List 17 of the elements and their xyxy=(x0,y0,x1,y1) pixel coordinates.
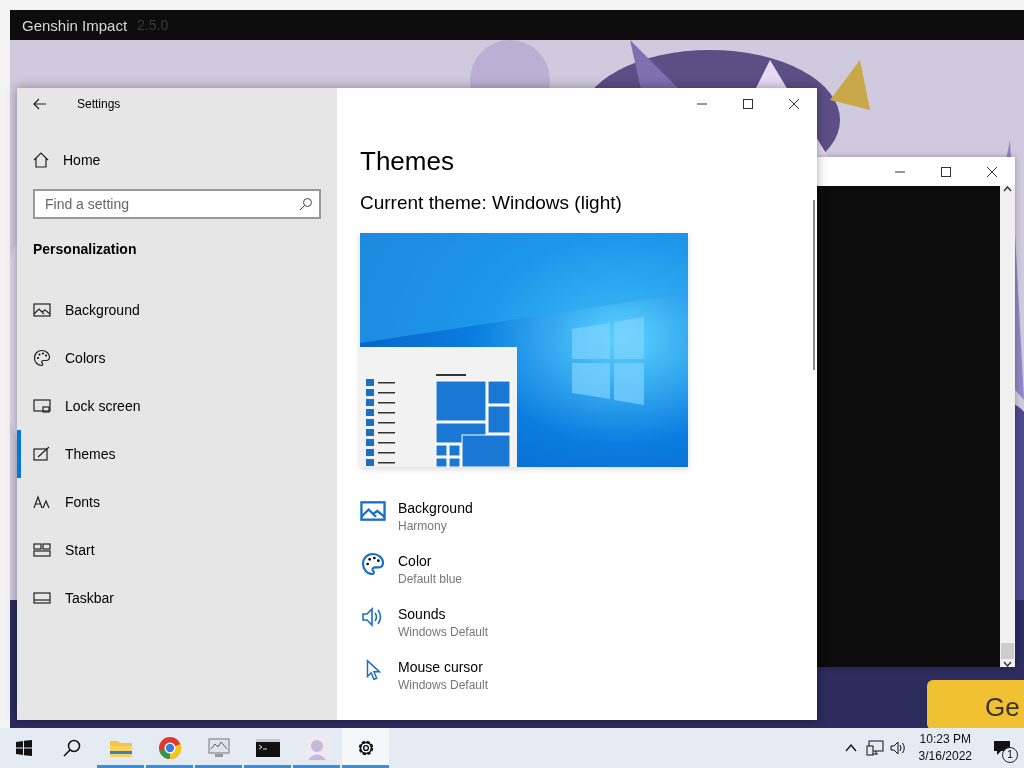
notification-button[interactable]: 1 xyxy=(980,728,1024,768)
window-title: Genshin Impact xyxy=(22,16,128,34)
folder-icon xyxy=(108,738,133,758)
taskbar-app[interactable] xyxy=(342,728,389,768)
windows-logo-icon xyxy=(16,740,32,756)
notification-count: 1 xyxy=(1002,747,1018,763)
avatar-icon xyxy=(304,736,329,760)
monitor-icon xyxy=(206,737,231,759)
browser-icon xyxy=(157,736,182,760)
clock-time: 10:23 PM xyxy=(919,731,971,748)
clock-date: 3/16/2022 xyxy=(918,748,972,765)
chevron-up-icon[interactable] xyxy=(844,744,857,752)
terminal-icon xyxy=(255,739,280,757)
search-icon xyxy=(63,739,81,757)
clock[interactable]: 10:23 PM 3/16/2022 xyxy=(910,731,980,765)
volume-icon[interactable] xyxy=(889,740,908,756)
network-icon[interactable] xyxy=(865,740,884,756)
